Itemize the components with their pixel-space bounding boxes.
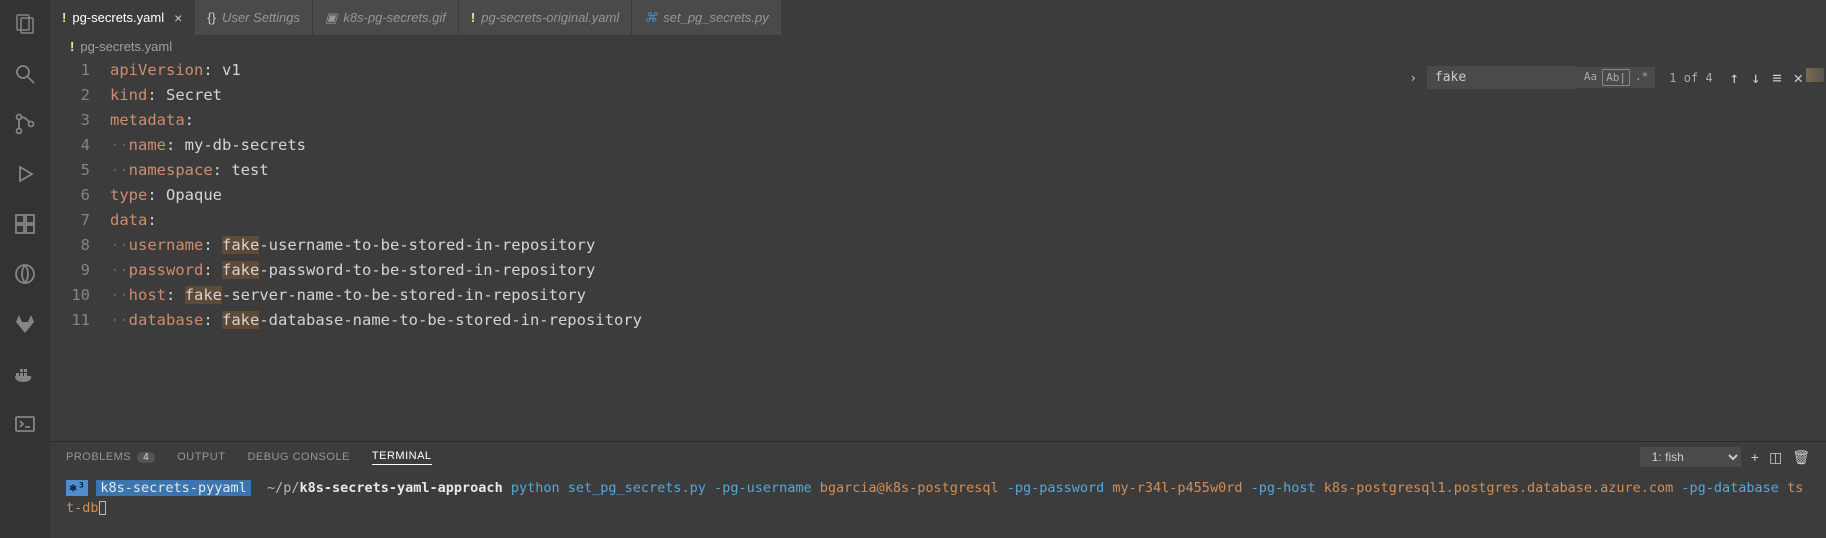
editor[interactable]: 1234567891011 apiVersion: v1kind: Secret…: [50, 58, 1826, 441]
close-icon[interactable]: ×: [174, 10, 182, 26]
find-regex-toggle[interactable]: .*: [1632, 69, 1651, 86]
tab-set_pg_secrets-py[interactable]: ⌘ set_pg_secrets.py: [632, 0, 782, 35]
tab-user-settings[interactable]: {} User Settings: [195, 0, 313, 35]
cursor: [99, 501, 106, 515]
find-word-toggle[interactable]: Ab|: [1602, 69, 1630, 86]
terminal-select[interactable]: 1: fish: [1640, 447, 1741, 467]
badge: 4: [137, 452, 155, 463]
panel-tab-debug-console[interactable]: DEBUG CONSOLE: [247, 451, 349, 463]
python-icon: ⌘: [644, 10, 657, 26]
panel-tab-label: DEBUG CONSOLE: [247, 451, 349, 463]
find-next-icon[interactable]: ↓: [1748, 69, 1763, 87]
flag: -pg-password: [1007, 480, 1105, 496]
flag: -pg-username: [714, 480, 812, 496]
tab-label: User Settings: [222, 10, 300, 25]
flag: -pg-database: [1681, 480, 1779, 496]
panel-tab-problems[interactable]: PROBLEMS 4: [66, 451, 155, 463]
code-area[interactable]: apiVersion: v1kind: Secretmetadata:··nam…: [110, 58, 1826, 441]
find-widget: › Aa Ab| .* 1 of 4 ↑ ↓ ≡ ✕: [1406, 66, 1806, 89]
tab-pg-secrets-original-yaml[interactable]: ! pg-secrets-original.yaml: [459, 0, 632, 35]
gutter: 1234567891011: [50, 58, 110, 441]
new-terminal-icon[interactable]: +: [1751, 449, 1759, 465]
panel-tab-output[interactable]: OUTPUT: [177, 451, 225, 463]
find-prev-icon[interactable]: ↑: [1727, 69, 1742, 87]
explorer-icon[interactable]: [11, 10, 39, 38]
tab-label: set_pg_secrets.py: [663, 10, 769, 25]
flag-value: k8s-postgresql1.postgres.database.azure.…: [1324, 480, 1674, 496]
panel-tab-terminal[interactable]: TERMINAL: [372, 450, 432, 465]
tab-k8s-pg-secrets-gif[interactable]: ▣ k8s-pg-secrets.gif: [313, 0, 459, 35]
gitlab-icon[interactable]: [11, 310, 39, 338]
terminal[interactable]: ⎈³ k8s-secrets-pyyaml ~/p/k8s-secrets-ya…: [50, 472, 1826, 538]
search-icon[interactable]: [11, 60, 39, 88]
venv-name: k8s-secrets-pyyaml: [96, 480, 250, 496]
panel-tab-label: TERMINAL: [372, 450, 432, 462]
path-prefix: ~/p/: [259, 480, 300, 496]
find-case-toggle[interactable]: Aa: [1581, 69, 1600, 86]
terminal-icon[interactable]: [11, 410, 39, 438]
flag-value: bgarcia@k8s-postgresql: [820, 480, 999, 496]
debug-icon[interactable]: [11, 160, 39, 188]
tab-label: k8s-pg-secrets.gif: [343, 10, 446, 25]
tab-bar: ! pg-secrets.yaml × {} User Settings ▣ k8s-pg-…: [50, 0, 1826, 35]
scm-icon[interactable]: [11, 110, 39, 138]
find-input[interactable]: [1427, 66, 1577, 89]
flag: -pg-host: [1251, 480, 1316, 496]
find-close-icon[interactable]: ✕: [1791, 69, 1806, 87]
panel-tab-label: PROBLEMS: [66, 451, 131, 463]
path-folder: k8s-secrets-yaml-approach: [300, 480, 503, 496]
panel-tab-label: OUTPUT: [177, 451, 225, 463]
liveshare-icon[interactable]: [11, 260, 39, 288]
script: set_pg_secrets.py: [568, 480, 706, 496]
breadcrumb-text: pg-secrets.yaml: [80, 39, 172, 54]
k8s-badge: ⎈³: [66, 480, 88, 496]
extensions-icon[interactable]: [11, 210, 39, 238]
command: python: [511, 480, 560, 496]
trash-icon[interactable]: 🗑: [1792, 449, 1810, 466]
find-count: 1 of 4: [1669, 71, 1712, 85]
docker-icon[interactable]: [11, 360, 39, 388]
main-area: !pg-secrets.yaml×{}User Settings▣k8s-pg-…: [50, 0, 1826, 538]
image-icon: ▣: [325, 10, 337, 26]
json-icon: {}: [207, 10, 216, 25]
panel: PROBLEMS 4 OUTPUT DEBUG CONSOLE TERMINAL 1: …: [50, 441, 1826, 538]
activity-bar: [0, 0, 50, 538]
find-selection-icon[interactable]: ≡: [1769, 69, 1784, 87]
flag-value: my-r34l-p455w0rd: [1112, 480, 1242, 496]
yaml-icon: !: [70, 39, 74, 54]
panel-tabs: PROBLEMS 4 OUTPUT DEBUG CONSOLE TERMINAL 1: …: [50, 442, 1826, 472]
tab-label: pg-secrets.yaml: [72, 10, 164, 25]
find-expand-icon[interactable]: ›: [1406, 71, 1421, 85]
yaml-icon: !: [471, 10, 475, 25]
tab-pg-secrets-yaml[interactable]: ! pg-secrets.yaml ×: [50, 0, 195, 35]
breadcrumb[interactable]: ! pg-secrets.yaml: [50, 35, 1826, 58]
yaml-icon: !: [62, 10, 66, 25]
tab-label: pg-secrets-original.yaml: [481, 10, 619, 25]
split-terminal-icon[interactable]: ◫: [1769, 449, 1782, 466]
